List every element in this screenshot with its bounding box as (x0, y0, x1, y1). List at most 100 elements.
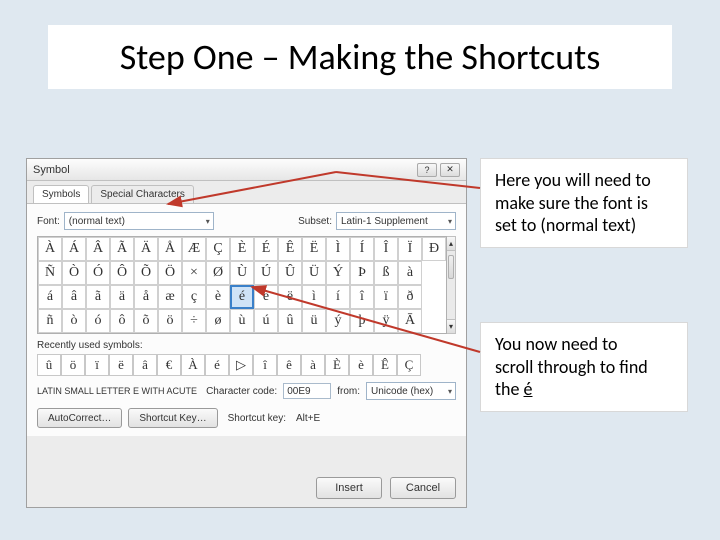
character-cell[interactable]: ß (374, 261, 398, 285)
cancel-button[interactable]: Cancel (390, 477, 456, 499)
character-cell[interactable]: Ä (134, 237, 158, 261)
character-cell[interactable]: × (182, 261, 206, 285)
character-cell[interactable]: â (62, 285, 86, 309)
character-cell[interactable]: Ç (206, 237, 230, 261)
character-cell[interactable]: î (350, 285, 374, 309)
character-cell[interactable]: Á (62, 237, 86, 261)
scroll-track[interactable] (447, 251, 455, 319)
unicode-name: LATIN SMALL LETTER E WITH ACUTE (37, 386, 200, 396)
character-cell[interactable]: ö (158, 309, 182, 333)
character-cell[interactable]: ð (398, 285, 422, 309)
character-cell[interactable]: ý (326, 309, 350, 333)
character-cell[interactable]: Ā (398, 309, 422, 333)
character-cell[interactable]: ø (206, 309, 230, 333)
recent-symbol-cell[interactable]: ï (85, 354, 109, 376)
character-cell[interactable]: û (278, 309, 302, 333)
character-cell[interactable]: ù (230, 309, 254, 333)
character-cell[interactable]: ÿ (374, 309, 398, 333)
recent-symbol-cell[interactable]: Ç (397, 354, 421, 376)
character-cell[interactable]: Û (278, 261, 302, 285)
character-cell[interactable]: ò (62, 309, 86, 333)
character-cell[interactable]: ä (110, 285, 134, 309)
character-cell[interactable]: Â (86, 237, 110, 261)
character-cell[interactable]: Ú (254, 261, 278, 285)
character-cell[interactable]: Æ (182, 237, 206, 261)
character-cell[interactable]: Ý (326, 261, 350, 285)
recent-symbol-cell[interactable]: ö (61, 354, 85, 376)
recent-symbol-cell[interactable]: È (325, 354, 349, 376)
recent-symbol-cell[interactable]: é (205, 354, 229, 376)
recent-symbol-cell[interactable]: û (37, 354, 61, 376)
character-cell[interactable]: þ (350, 309, 374, 333)
recent-symbol-cell[interactable]: à (301, 354, 325, 376)
character-cell[interactable]: Ï (398, 237, 422, 261)
character-cell[interactable]: Ø (206, 261, 230, 285)
character-cell[interactable]: Ã (110, 237, 134, 261)
character-cell[interactable]: á (38, 285, 62, 309)
character-cell[interactable]: Ë (302, 237, 326, 261)
character-cell[interactable]: Ö (158, 261, 182, 285)
tab-special-characters[interactable]: Special Characters (91, 185, 193, 203)
character-cell[interactable]: æ (158, 285, 182, 309)
character-cell[interactable]: ñ (38, 309, 62, 333)
character-cell[interactable]: ç (182, 285, 206, 309)
character-cell[interactable]: Å (158, 237, 182, 261)
recent-symbol-cell[interactable]: î (253, 354, 277, 376)
character-cell[interactable]: ï (374, 285, 398, 309)
scroll-down-icon[interactable]: ▾ (447, 319, 455, 333)
character-cell[interactable]: Ô (110, 261, 134, 285)
grid-scrollbar[interactable]: ▴ ▾ (447, 236, 456, 334)
character-cell[interactable]: ã (86, 285, 110, 309)
character-cell[interactable]: Ù (230, 261, 254, 285)
close-icon[interactable]: ✕ (440, 163, 460, 177)
character-cell[interactable]: Ò (62, 261, 86, 285)
character-cell[interactable]: Î (374, 237, 398, 261)
character-cell[interactable]: Ì (326, 237, 350, 261)
character-cell[interactable]: ü (302, 309, 326, 333)
character-cell[interactable]: í (326, 285, 350, 309)
autocorrect-button[interactable]: AutoCorrect… (37, 408, 122, 428)
recent-symbol-cell[interactable]: ë (109, 354, 133, 376)
character-cell[interactable]: à (398, 261, 422, 285)
recent-symbol-cell[interactable]: â (133, 354, 157, 376)
character-cell[interactable]: Í (350, 237, 374, 261)
character-code-field[interactable]: 00E9 (283, 383, 331, 399)
recent-symbol-cell[interactable]: ▷ (229, 354, 253, 376)
insert-button[interactable]: Insert (316, 477, 382, 499)
character-cell[interactable]: Ð (422, 237, 446, 261)
character-cell[interactable]: Ê (278, 237, 302, 261)
character-cell[interactable]: Ü (302, 261, 326, 285)
character-cell[interactable]: Õ (134, 261, 158, 285)
character-cell[interactable]: É (254, 237, 278, 261)
character-cell[interactable]: Ó (86, 261, 110, 285)
character-cell[interactable]: å (134, 285, 158, 309)
recent-symbol-cell[interactable]: Ê (373, 354, 397, 376)
recent-symbol-cell[interactable]: € (157, 354, 181, 376)
callout-line: make sure the font is (495, 192, 673, 215)
character-cell[interactable]: ó (86, 309, 110, 333)
tab-symbols[interactable]: Symbols (33, 185, 89, 203)
character-cell[interactable]: À (38, 237, 62, 261)
scroll-thumb[interactable] (448, 255, 454, 279)
character-cell[interactable]: Þ (350, 261, 374, 285)
character-cell[interactable]: È (230, 237, 254, 261)
character-cell[interactable]: ú (254, 309, 278, 333)
recent-symbol-cell[interactable]: À (181, 354, 205, 376)
recent-symbol-cell[interactable]: è (349, 354, 373, 376)
character-cell[interactable]: é (230, 285, 254, 309)
character-cell[interactable]: ÷ (182, 309, 206, 333)
character-cell[interactable]: õ (134, 309, 158, 333)
character-cell[interactable]: Ñ (38, 261, 62, 285)
help-icon[interactable]: ? (417, 163, 437, 177)
character-cell[interactable]: ô (110, 309, 134, 333)
from-combo[interactable]: Unicode (hex) (366, 382, 456, 400)
recent-symbol-cell[interactable]: ê (277, 354, 301, 376)
font-combo[interactable]: (normal text) (64, 212, 214, 230)
shortcut-key-button[interactable]: Shortcut Key… (128, 408, 217, 428)
character-cell[interactable]: ê (254, 285, 278, 309)
character-cell[interactable]: ë (278, 285, 302, 309)
subset-combo[interactable]: Latin-1 Supplement (336, 212, 456, 230)
character-cell[interactable]: è (206, 285, 230, 309)
scroll-up-icon[interactable]: ▴ (447, 237, 455, 251)
character-cell[interactable]: ì (302, 285, 326, 309)
